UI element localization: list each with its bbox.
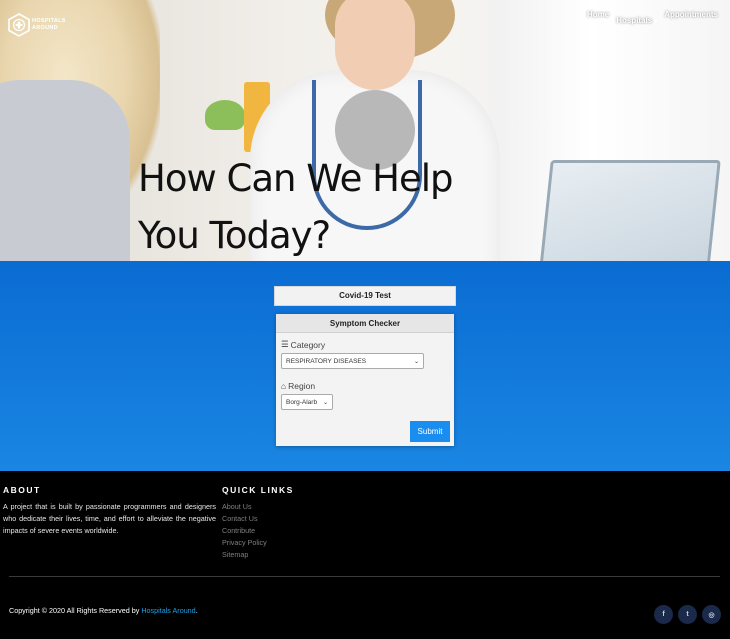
site-logo[interactable]: HOSPITALS AROUND <box>8 13 66 37</box>
region-label: ⌂ Region <box>281 381 316 391</box>
category-label: ☰ Category <box>281 339 326 350</box>
footer-divider <box>9 576 720 577</box>
plant-decoration <box>205 100 245 130</box>
card-title: Symptom Checker <box>276 314 454 333</box>
laptop-decoration <box>539 160 721 261</box>
hospital-hexagon-icon <box>8 13 30 37</box>
main-nav: Home Hospitals ▾ Appointments <box>587 10 718 28</box>
patient-sweater <box>0 80 130 261</box>
hero-banner: HOSPITALS AROUND Home Hospitals ▾ Appoint… <box>0 0 730 261</box>
copyright-text: Copyright © 2020 All Rights Reserved by … <box>9 606 198 615</box>
footer-link-privacy-policy[interactable]: Privacy Policy <box>222 537 342 549</box>
chevron-down-icon: ⌄ <box>413 358 419 365</box>
chevron-down-icon: ⌄ <box>322 399 328 406</box>
facebook-icon[interactable]: f <box>654 605 673 624</box>
doctor-face <box>335 0 415 90</box>
quick-links-heading: QUICK LINKS <box>222 485 294 495</box>
footer-link-sitemap[interactable]: Sitemap <box>222 549 342 561</box>
about-heading: ABOUT <box>3 485 41 495</box>
footer-about: ABOUT A project that is built by passion… <box>3 485 216 537</box>
symptom-checker-card: Symptom Checker ☰ Category RESPIRATORY D… <box>276 314 454 446</box>
region-select[interactable]: Borg-Alarb ⌄ <box>281 394 333 410</box>
footer-link-contact-us[interactable]: Contact Us <box>222 513 342 525</box>
nav-appointments[interactable]: Appointments <box>664 10 718 28</box>
footer-quick-links: QUICK LINKS About Us Contact Us Contribu… <box>222 485 342 561</box>
nav-hospitals[interactable]: Hospitals <box>616 16 652 25</box>
list-icon: ☰ <box>281 339 289 349</box>
footer-link-about-us[interactable]: About Us <box>222 501 342 513</box>
copyright-brand-link[interactable]: Hospitals Around <box>141 606 195 615</box>
site-footer: ABOUT A project that is built by passion… <box>0 471 730 639</box>
about-text: A project that is built by passionate pr… <box>3 502 216 535</box>
nav-hospitals-wrap[interactable]: Hospitals ▾ <box>616 10 657 28</box>
covid-test-button[interactable]: Covid-19 Test <box>274 286 456 306</box>
twitter-icon[interactable]: t <box>678 605 697 624</box>
nav-home[interactable]: Home <box>587 10 609 28</box>
footer-link-contribute[interactable]: Contribute <box>222 525 342 537</box>
dribbble-icon[interactable]: ◎ <box>702 605 721 624</box>
submit-button[interactable]: Submit <box>410 421 450 442</box>
symptom-section: Covid-19 Test Symptom Checker ☰ Category… <box>0 261 730 471</box>
category-select[interactable]: RESPIRATORY DISEASES ⌄ <box>281 353 424 369</box>
social-links: f t ◎ <box>654 605 721 624</box>
hero-title: How Can We Help You Today? <box>138 157 454 257</box>
brand-name: HOSPITALS AROUND <box>32 18 66 31</box>
home-icon: ⌂ <box>281 381 287 391</box>
chevron-down-icon: ▾ <box>654 19 658 25</box>
